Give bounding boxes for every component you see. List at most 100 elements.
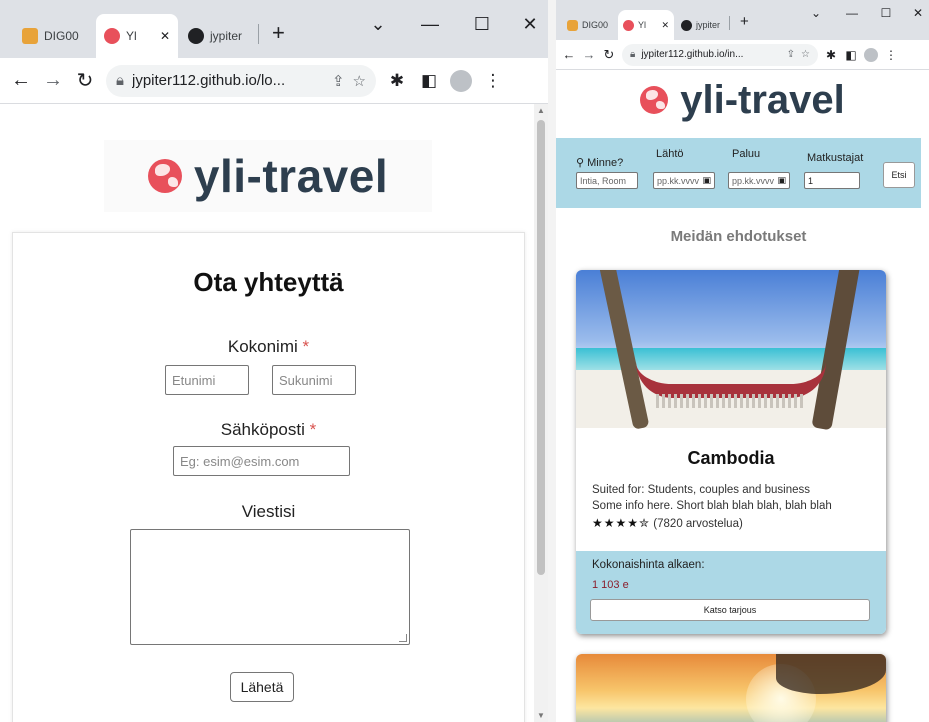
where-label: ⚲ Minne? [576, 157, 624, 169]
star-icon[interactable]: ☆ [353, 72, 366, 90]
site-logo[interactable]: yli-travel [556, 76, 929, 124]
lock-icon: 🔒︎ [630, 49, 636, 60]
sidepanel-icon[interactable]: ◧ [418, 71, 440, 91]
tab-search-dropdown-icon[interactable]: ⌄ [364, 14, 392, 35]
maximize-button[interactable]: ☐ [468, 14, 496, 35]
reload-icon[interactable]: ↻ [602, 47, 616, 63]
browser-toolbar: ← → ↻ 🔒︎ jypiter112.github.io/in... ⇪ ☆ … [556, 40, 929, 70]
tab-label: Yl [126, 29, 137, 43]
search-bar: ⚲ Minne? Intia, Room Lähtö pp.kk.vvvv ▣ … [556, 138, 921, 208]
firstname-input[interactable]: Etunimi [165, 365, 249, 395]
new-tab-button[interactable]: + [740, 13, 749, 30]
message-textarea[interactable] [130, 529, 410, 645]
forward-icon[interactable]: → [582, 47, 596, 62]
tab-jypiter[interactable]: jypiter [676, 10, 728, 40]
minimize-button[interactable]: — [416, 14, 444, 35]
required-mark: * [302, 337, 310, 356]
close-window-button[interactable]: ✕ [908, 6, 928, 20]
maximize-button[interactable]: ☐ [876, 6, 896, 20]
page-scrollbar[interactable]: ▲ ▼ [534, 104, 548, 722]
scroll-up-icon[interactable]: ▲ [537, 106, 545, 115]
rating-stars-icon: ★★★★✮ [592, 516, 651, 530]
tab-yli-travel[interactable]: Yl ✕ [96, 14, 178, 58]
depart-label: Lähtö [656, 148, 684, 160]
email-label: Sähköposti * [220, 420, 317, 439]
share-icon[interactable]: ⇪ [787, 49, 795, 60]
travelers-input[interactable]: 1 [804, 172, 860, 189]
logo-text: yli-travel [193, 150, 389, 202]
submit-button[interactable]: Lähetä [230, 672, 294, 702]
window-gap [548, 0, 556, 722]
scroll-thumb[interactable] [537, 120, 545, 575]
extensions-icon[interactable]: ✱ [386, 71, 408, 91]
github-icon [681, 19, 692, 31]
url-text: jypiter112.github.io/in... [641, 49, 744, 60]
message-label: Viestisi [241, 502, 296, 521]
right-browser-window: DIG00 Yl ✕ jypiter + ⌄ — ☐ ✕ ← → ↻ 🔒︎ jy… [556, 0, 929, 722]
site-logo[interactable]: yli-travel [104, 140, 432, 212]
tab-close-icon[interactable]: ✕ [661, 20, 669, 31]
return-date-input[interactable]: pp.kk.vvvv ▣ [728, 172, 790, 189]
tab-dig00[interactable]: DIG00 [14, 14, 94, 58]
tab-separator [258, 24, 259, 44]
menu-icon[interactable]: ⋮ [884, 48, 898, 62]
fullname-label: Kokonimi * [227, 337, 310, 356]
extensions-icon[interactable]: ✱ [824, 48, 838, 62]
menu-icon[interactable]: ⋮ [482, 71, 504, 91]
tab-strip: DIG00 Yl ✕ jypiter + ⌄ — ☐ ✕ [556, 0, 929, 40]
calendar-icon[interactable]: ▣ [702, 175, 711, 186]
new-tab-button[interactable]: + [272, 20, 285, 46]
required-mark: * [309, 420, 317, 439]
tab-strip: DIG00 Yl ✕ jypiter + ⌄ — ☐ ✕ [0, 0, 548, 58]
tab-search-dropdown-icon[interactable]: ⌄ [806, 6, 826, 20]
tab-label: DIG00 [44, 29, 79, 43]
suggestions-heading: Meidän ehdotukset [670, 228, 807, 245]
tab-close-icon[interactable]: ✕ [160, 29, 170, 43]
tab-label: DIG00 [582, 20, 609, 30]
review-count: (7820 arvostelua) [653, 518, 743, 530]
tab-yli-travel[interactable]: Yl ✕ [618, 10, 674, 40]
travelers-label: Matkustajat [807, 152, 864, 164]
back-icon[interactable]: ← [10, 69, 32, 92]
depart-date-input[interactable]: pp.kk.vvvv ▣ [653, 172, 715, 189]
scroll-down-icon[interactable]: ▼ [537, 711, 545, 720]
reload-icon[interactable]: ↻ [74, 68, 96, 93]
form-title: Ota yhteyttä [193, 267, 344, 297]
address-bar[interactable]: 🔒︎ jypiter112.github.io/in... ⇪ ☆ [622, 43, 818, 66]
left-browser-window: DIG00 Yl ✕ jypiter + ⌄ — ☐ ✕ ← → ↻ 🔒︎ jy… [0, 0, 548, 722]
lastname-input[interactable]: Sukunimi [272, 365, 356, 395]
close-window-button[interactable]: ✕ [516, 14, 544, 35]
minimize-button[interactable]: — [842, 6, 862, 20]
profile-icon[interactable] [864, 47, 878, 62]
address-bar[interactable]: 🔒︎ jypiter112.github.io/lo... ⇪ ☆ [106, 64, 376, 97]
tab-dig00[interactable]: DIG00 [562, 10, 616, 40]
offer-image [576, 270, 886, 431]
github-icon [188, 28, 204, 44]
browser-toolbar: ← → ↻ 🔒︎ jypiter112.github.io/lo... ⇪ ☆ … [0, 58, 548, 104]
offer-card-2 [576, 654, 886, 722]
globe-icon [640, 86, 669, 114]
globe-icon [147, 159, 182, 193]
contact-page: yli-travel Ota yhteyttä Kokonimi * Etuni… [0, 104, 534, 722]
return-label: Paluu [732, 148, 761, 160]
back-icon[interactable]: ← [562, 47, 576, 62]
logo-text: yli-travel [680, 77, 845, 122]
price-label: Kokonaishinta alkaen: [592, 559, 705, 571]
calendar-icon[interactable]: ▣ [777, 175, 786, 186]
offer-card: Cambodia Suited for: Students, couples a… [576, 270, 886, 634]
star-icon[interactable]: ☆ [801, 49, 810, 60]
tab-favicon-icon [22, 28, 38, 44]
where-input[interactable]: Intia, Room [576, 172, 638, 189]
email-input[interactable]: Eg: esim@esim.com [173, 446, 350, 476]
share-icon[interactable]: ⇪ [332, 72, 345, 90]
forward-icon[interactable]: → [42, 69, 64, 92]
view-offer-button[interactable]: Katso tarjous [590, 599, 870, 621]
home-page: yli-travel ⚲ Minne? Intia, Room Lähtö pp… [556, 70, 929, 722]
offer-info: Some info here. Short blah blah blah, bl… [592, 500, 832, 512]
profile-icon[interactable] [450, 69, 472, 92]
contact-form: Ota yhteyttä Kokonimi * Etunimi Sukunimi… [12, 232, 525, 722]
tab-jypiter[interactable]: jypiter [180, 14, 256, 58]
search-button[interactable]: Etsi [883, 162, 915, 188]
sidepanel-icon[interactable]: ◧ [844, 48, 858, 62]
tab-favicon-icon [567, 19, 578, 31]
